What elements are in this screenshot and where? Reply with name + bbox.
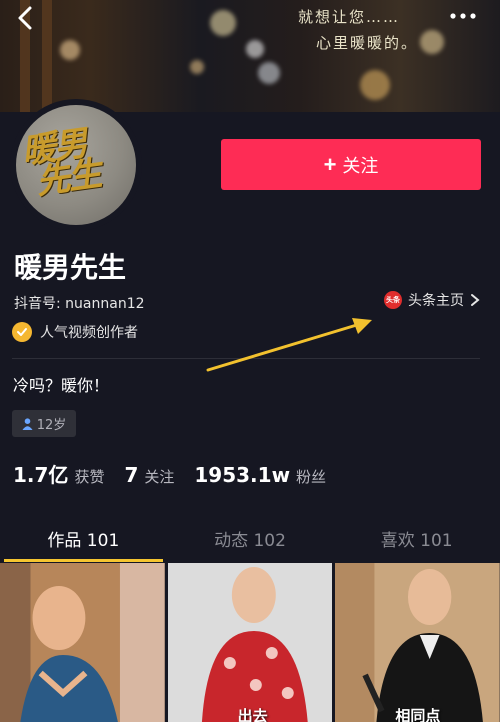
- bio: 冷吗？暖你！: [13, 376, 110, 395]
- age-tag: 12岁: [12, 410, 76, 437]
- banner-caption-line2: 心里暖暖的。: [316, 34, 419, 52]
- plus-icon: +: [323, 151, 337, 177]
- video-thumbnail[interactable]: [0, 563, 165, 722]
- banner-light: [360, 70, 390, 100]
- fans-count: 1953.1w: [194, 463, 291, 487]
- likes-label: 获赞: [74, 468, 105, 486]
- banner-light: [60, 40, 80, 60]
- tab-works[interactable]: 作品 101: [0, 520, 167, 564]
- video-caption: 相同点: [395, 707, 441, 722]
- video-grid: 出去 相同点: [0, 563, 500, 722]
- tab-activity[interactable]: 动态 102: [167, 520, 334, 564]
- more-dots-icon[interactable]: [448, 6, 478, 26]
- follow-label: 关注: [342, 155, 379, 176]
- toutiao-icon: 头条: [384, 291, 402, 309]
- back-arrow-icon[interactable]: [12, 4, 40, 32]
- banner-caption-line1: 就想让您……: [298, 8, 401, 26]
- profile-banner: 就想让您…… 心里暖暖的。: [0, 0, 500, 112]
- banner-light: [420, 30, 444, 54]
- banner-light: [246, 40, 264, 58]
- creator-label: 人气视频创作者: [40, 325, 138, 341]
- follow-button[interactable]: + 关注: [221, 139, 481, 190]
- following-stat[interactable]: 7 关注: [124, 463, 174, 487]
- avatar[interactable]: 暖男 先生: [10, 99, 142, 231]
- age-label: 12岁: [36, 418, 67, 433]
- video-thumbnail[interactable]: 相同点: [335, 563, 500, 722]
- following-count: 7: [124, 463, 139, 487]
- stats-row: 1.7亿 获赞 7 关注 1953.1w 粉丝: [13, 459, 346, 488]
- video-thumbnail[interactable]: 出去: [167, 563, 333, 722]
- profile-tabs: 作品 101 动态 102 喜欢 101: [0, 520, 500, 564]
- likes-count: 1.7亿: [13, 463, 69, 487]
- toutiao-homepage-link[interactable]: 头条 头条主页: [384, 290, 480, 310]
- fans-label: 粉丝: [296, 468, 327, 486]
- toutiao-label: 头条主页: [408, 293, 464, 309]
- creator-badge: 人气视频创作者: [12, 322, 138, 342]
- chevron-right-icon: [471, 294, 480, 306]
- likes-stat[interactable]: 1.7亿 获赞: [13, 459, 104, 488]
- user-id: 抖音号: nuannan12: [14, 296, 145, 312]
- banner-light: [258, 62, 280, 84]
- fans-stat[interactable]: 1953.1w 粉丝: [194, 463, 326, 487]
- person-icon: [22, 417, 33, 430]
- annotation-arrow-icon: [206, 318, 372, 372]
- avatar-image: 暖男 先生: [16, 105, 136, 225]
- following-label: 关注: [144, 468, 175, 486]
- banner-post: [42, 0, 52, 112]
- avatar-logo: 暖男 先生: [19, 123, 103, 204]
- tab-likes[interactable]: 喜欢 101: [333, 520, 500, 564]
- nickname: 暖男先生: [14, 251, 127, 284]
- banner-light: [210, 10, 236, 36]
- video-caption: 出去: [237, 707, 268, 722]
- banner-light: [190, 60, 204, 74]
- check-badge-icon: [12, 322, 32, 342]
